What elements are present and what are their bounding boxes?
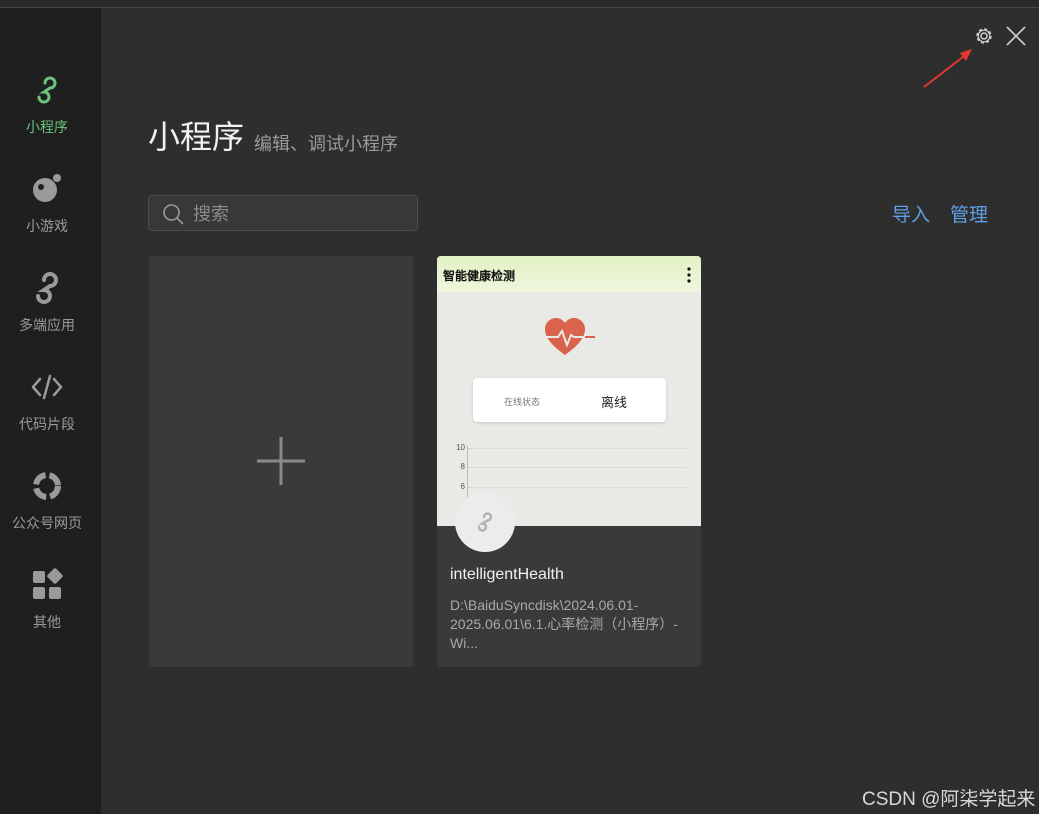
status-value: 离线 [601,395,628,410]
project-path: D:\BaiduSyncdisk\2024.06.01-2025.06.01\6… [450,597,678,651]
sidebar-item-code-snippet[interactable]: 代码片段 [0,370,101,450]
code-icon [31,374,63,400]
sidebar-item-miniprogram[interactable]: 小程序 [0,73,101,153]
search-icon [163,204,184,225]
sidebar-item-label: 其他 [33,614,61,630]
watermark: CSDN @阿柒学起来 [862,789,1036,810]
status-label: 在线状态 [504,397,541,407]
chart-gridline [468,487,686,488]
red-arrow-annotation [923,49,972,88]
project-name: intelligentHealth [450,566,564,583]
chart-tick-label: 10 [456,443,465,452]
page-subtitle: 编辑、调试小程序 [254,134,398,154]
chart-gridline [468,467,686,468]
window-top-border [0,0,1039,8]
preview-header: 智能健康检测 [437,256,701,292]
sidebar-item-label: 代码片段 [19,416,75,432]
sidebar-item-label: 公众号网页 [12,515,82,531]
more-icon [687,267,691,283]
grid-icon [33,568,63,599]
page-title: 小程序 [148,119,245,155]
game-icon [33,174,61,202]
project-card[interactable]: 智能健康检测 在线状态 离线 10 8 6 intelligentHealth [437,256,701,667]
sidebar-item-label: 多端应用 [19,317,75,333]
sidebar-item-other[interactable]: 其他 [0,568,101,648]
heart-icon [545,318,595,355]
search-input[interactable] [191,200,410,228]
sidebar-item-multi-app[interactable]: 多端应用 [0,271,101,351]
chart-tick-label: 6 [460,482,465,491]
miniprogram-icon [37,76,57,104]
sidebar: 小程序 小游戏 多端应用 代码片段 公众号网页 其他 [0,8,101,814]
project-preview: 智能健康检测 在线状态 离线 10 8 6 [437,256,701,526]
manage-link[interactable]: 管理 [950,200,988,227]
gear-icon[interactable] [973,25,995,47]
status-box: 在线状态 离线 [473,378,666,422]
import-link[interactable]: 导入 [892,200,930,227]
sidebar-item-webpage[interactable]: 公众号网页 [0,469,101,549]
avatar [455,492,515,552]
create-project-card[interactable] [149,256,413,667]
miniprogram-icon [477,512,493,532]
sidebar-item-label: 小程序 [26,119,68,135]
webpage-icon [33,472,61,500]
search-box [148,195,418,231]
sidebar-item-label: 小游戏 [26,218,68,234]
close-icon[interactable] [1005,25,1027,47]
preview-title: 智能健康检测 [443,269,516,283]
sidebar-item-minigame[interactable]: 小游戏 [0,172,101,252]
chart-gridline [468,448,686,449]
multi-app-icon [36,272,58,304]
plus-icon [257,437,305,485]
chart-tick-label: 8 [460,462,465,471]
